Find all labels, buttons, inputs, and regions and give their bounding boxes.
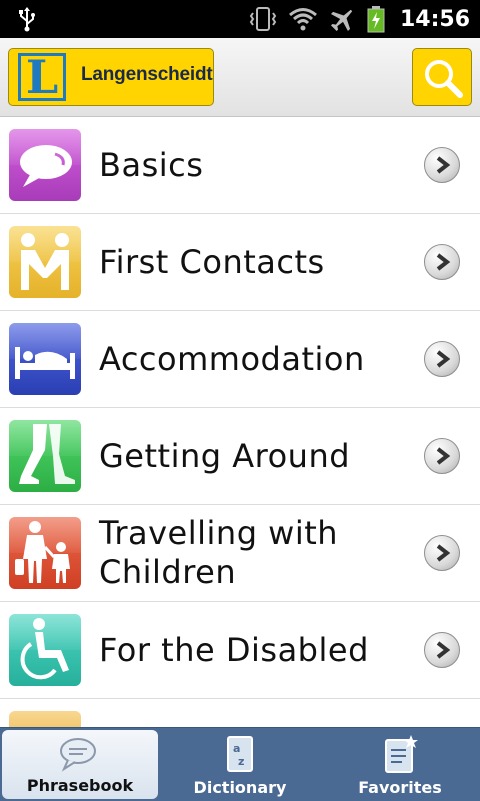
partial-icon [9, 711, 81, 727]
svg-text:a: a [233, 742, 240, 755]
list-item-label: First Contacts [99, 242, 325, 281]
tab-favorites[interactable]: Favorites [320, 728, 480, 801]
battery-charging-icon [367, 6, 385, 33]
bed-icon [9, 323, 81, 395]
list-item-basics[interactable]: Basics [0, 117, 480, 214]
list-item-accommodation[interactable]: Accommodation [0, 311, 480, 408]
logo-letter: L [25, 50, 59, 104]
speech-bubble-icon [9, 129, 81, 201]
tab-dictionary[interactable]: a z Dictionary [160, 728, 320, 801]
tab-label: Dictionary [193, 778, 287, 797]
logo-emblem: L [18, 50, 66, 104]
list-item-label [99, 699, 399, 727]
tab-phrasebook[interactable]: Phrasebook [2, 730, 158, 799]
chevron-right-icon[interactable] [424, 244, 460, 280]
list-item-travelling-with-children[interactable]: Travelling with Children [0, 505, 480, 602]
chevron-right-icon[interactable] [424, 535, 460, 571]
search-icon [425, 60, 463, 98]
walking-legs-icon [9, 420, 81, 492]
langenscheidt-logo[interactable]: L Langenscheidt [8, 48, 214, 106]
chevron-right-icon[interactable] [424, 341, 460, 377]
list-item-for-the-disabled[interactable]: For the Disabled [0, 602, 480, 699]
chevron-right-icon[interactable] [424, 632, 460, 668]
az-book-icon: a z [227, 736, 253, 772]
search-button[interactable] [412, 48, 472, 106]
list-item-getting-around[interactable]: Getting Around [0, 408, 480, 505]
family-icon [9, 517, 81, 589]
status-bar: 14:56 [0, 0, 480, 38]
list-item-label: Getting Around [99, 436, 351, 475]
tab-label: Phrasebook [26, 776, 134, 795]
usb-icon [19, 7, 35, 32]
list-item-first-contacts[interactable]: First Contacts [0, 214, 480, 311]
list-item-label: Accommodation [99, 339, 365, 378]
starred-note-icon [385, 735, 418, 773]
list-item-label: Travelling with Children [99, 514, 339, 591]
wifi-icon [289, 8, 317, 31]
list-item-label: For the Disabled [99, 630, 369, 669]
chevron-right-icon[interactable] [424, 438, 460, 474]
category-list: Basics First Contacts Accommodation Gett… [0, 117, 480, 727]
status-time: 14:56 [399, 6, 470, 32]
list-item-partial[interactable] [0, 699, 480, 727]
list-item-label: Basics [99, 145, 204, 184]
app-header: L Langenscheidt [0, 38, 480, 117]
tab-label: Favorites [358, 778, 442, 797]
wheelchair-icon [9, 614, 81, 686]
vibrate-icon [249, 7, 277, 31]
brand-name: Langenscheidt [81, 64, 213, 85]
airplane-mode-icon [330, 9, 353, 32]
bottom-tab-bar: Phrasebook a z Dictionary Favorites [0, 727, 480, 801]
handshake-icon [9, 226, 81, 298]
chevron-right-icon[interactable] [424, 147, 460, 183]
speech-bubbles-icon [60, 738, 96, 772]
svg-text:z: z [238, 755, 244, 768]
